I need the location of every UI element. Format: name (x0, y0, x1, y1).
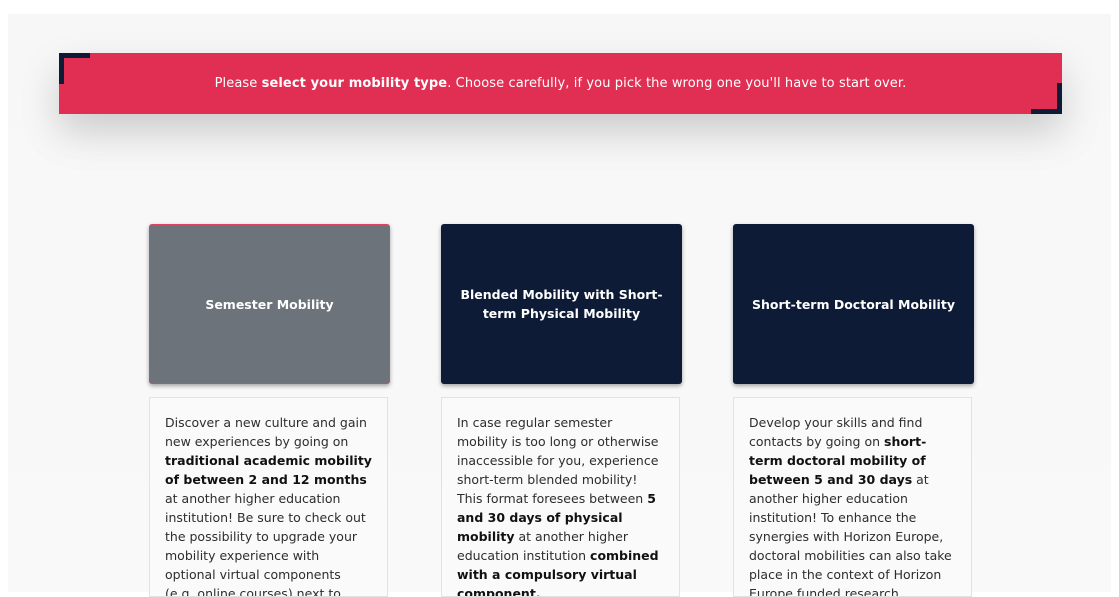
instruction-banner: Please select your mobility type. Choose… (59, 53, 1062, 114)
description-semester: Discover a new culture and gain new expe… (149, 397, 388, 597)
mobility-card-blended[interactable]: Blended Mobility with Short-term Physica… (441, 224, 682, 384)
card-title: Semester Mobility (205, 296, 334, 312)
corner-decoration-top-left (59, 53, 90, 84)
mobility-card-semester[interactable]: Semester Mobility (149, 224, 390, 384)
banner-text: Please select your mobility type. Choose… (215, 76, 907, 91)
description-text: Discover a new culture and gain new expe… (165, 415, 367, 449)
description-doctoral: Develop your skills and find contacts by… (733, 397, 972, 597)
corner-decoration-bottom-right (1031, 83, 1062, 114)
card-title: Blended Mobility with Short-term Physica… (460, 287, 663, 321)
banner-text-bold: select your mobility type (261, 76, 448, 91)
description-blended: In case regular semester mobility is too… (441, 397, 680, 597)
description-text: In case regular semester mobility is too… (457, 415, 659, 506)
banner-text-pre: Please (214, 76, 262, 91)
banner-text-post: . Choose carefully, if you pick the wron… (447, 76, 907, 91)
top-strip (0, 0, 1119, 14)
description-highlight: traditional academic mobility of between… (165, 453, 372, 487)
description-text: at another higher education institution!… (749, 472, 952, 597)
description-text: at another higher education institution!… (165, 491, 366, 597)
card-title: Short-term Doctoral Mobility (752, 296, 955, 312)
mobility-card-doctoral[interactable]: Short-term Doctoral Mobility (733, 224, 974, 384)
